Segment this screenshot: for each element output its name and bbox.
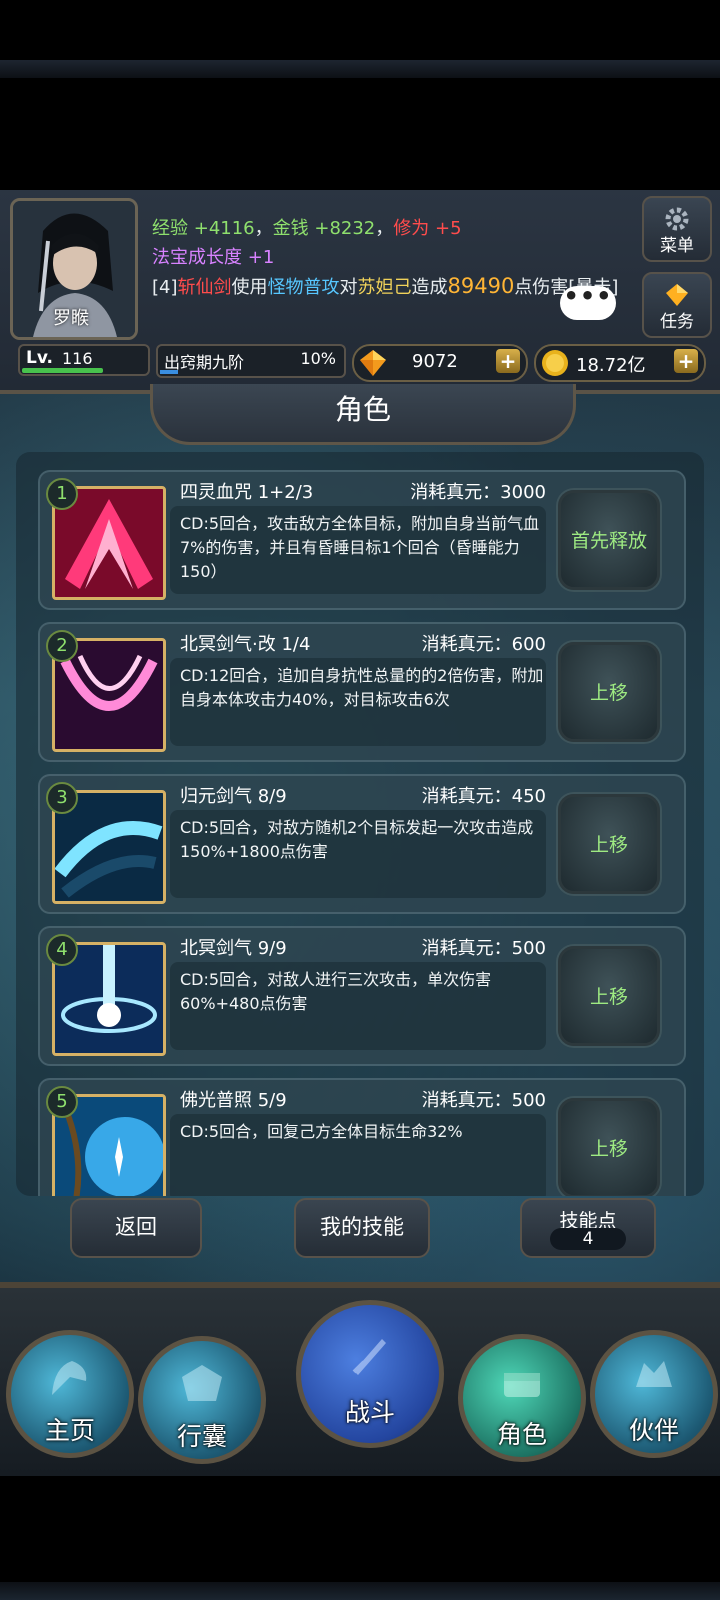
move-up-button[interactable]: 上移 [558, 642, 660, 742]
log-actor: 斩仙剑 [177, 277, 232, 298]
skill-description: CD:5回合，攻击敌方全体目标，附加自身当前气血7%的伤害，并且有昏睡目标1个回… [180, 514, 540, 581]
button-label: 上移 [589, 1138, 628, 1160]
nav-label: 伙伴 [628, 1416, 679, 1445]
menu-button[interactable]: 菜单 [642, 196, 712, 262]
skill-cost: 消耗真元：3000 [410, 482, 546, 503]
skill-cost: 消耗真元：500 [421, 1090, 546, 1111]
log-prefix: [4] [152, 277, 178, 298]
page-title: 角色 [150, 384, 576, 445]
log-skill: 怪物普攻 [267, 277, 340, 298]
back-button[interactable]: 返回 [70, 1198, 202, 1258]
menu-label: 菜单 [660, 236, 694, 256]
separator: ， [375, 218, 394, 239]
add-gold-button[interactable]: + [674, 349, 698, 373]
beast-icon [636, 1361, 672, 1387]
cultivation-label: 修为 [393, 218, 430, 239]
skill-cost: 消耗真元：450 [421, 786, 546, 807]
gold-coin-icon [540, 348, 570, 382]
skill-card: 4 北冥剑气 9/9 消耗真元：500 CD:5回合，对敌人进行三次攻击，单次伤… [38, 926, 686, 1066]
chest-icon [504, 1373, 540, 1397]
skill-description: CD:5回合，对敌方随机2个目标发起一次攻击造成150%+1800点伤害 [180, 818, 534, 861]
gem-value: 9072 [412, 351, 458, 372]
skill-card: 5 佛光普照 5/9 消耗真元：500 CD:5回合，回复己方全体目标生命32%… [38, 1078, 686, 1196]
my-skills-button[interactable]: 我的技能 [294, 1198, 430, 1258]
bag-icon [182, 1365, 222, 1401]
gold-value: 18.72亿 [576, 355, 646, 376]
bottom-backdrop [0, 1582, 720, 1600]
add-gems-button[interactable]: + [496, 349, 520, 373]
skill-name: 北冥剑气·改 1/4 [180, 634, 311, 655]
nav-partner[interactable]: 伙伴 [590, 1330, 718, 1458]
button-label: 上移 [589, 834, 628, 856]
money-label: 金钱 [272, 218, 309, 239]
move-up-button[interactable]: 上移 [558, 794, 660, 894]
home-icon [52, 1361, 87, 1395]
exp-label: 经验 [152, 218, 188, 239]
move-up-button[interactable]: 上移 [558, 1098, 660, 1196]
skill-cost: 消耗真元：600 [421, 634, 546, 655]
skill-order-badge: 3 [46, 782, 78, 814]
log-damage: 89490 [447, 274, 515, 298]
nav-role[interactable]: 角色 [458, 1334, 586, 1462]
log-verb: 对 [339, 277, 358, 298]
nav-label: 战斗 [344, 1398, 395, 1427]
skill-description: CD:12回合，追加自身抗性总量的的2倍伤害，附加自身本体攻击力40%，对目标攻… [180, 666, 544, 709]
task-button[interactable]: 任务 [642, 272, 712, 338]
money-value: +8232 [314, 218, 376, 239]
skill-order-badge: 2 [46, 630, 78, 662]
cultivation-value: +5 [434, 218, 462, 239]
nav-label: 角色 [496, 1420, 547, 1449]
gem-icon [358, 348, 388, 382]
nav-battle[interactable]: 战斗 [296, 1300, 444, 1448]
growth-label: 法宝成长度 [152, 247, 242, 268]
skill-points-button[interactable]: 技能点 4 [520, 1198, 656, 1258]
nav-label: 主页 [44, 1416, 95, 1445]
growth-value: +1 [247, 247, 275, 268]
cultivation-percent: 10% [300, 349, 336, 368]
cultivation-bar: 出窍期九阶 10% [156, 344, 346, 378]
battle-log: [4]斩仙剑使用怪物普攻对苏妲己造成89490点伤害[暴击] [152, 273, 624, 301]
skill-card: 1 四灵血咒 1+2/3 消耗真元：3000 CD:5回合，攻击敌方全体目标，附… [38, 470, 686, 610]
skill-name: 北冥剑气 9/9 [180, 938, 287, 959]
reward-line: 经验 +4116，金钱 +8232，修为 +5 [152, 214, 462, 240]
skill-name: 归元剑气 8/9 [180, 786, 287, 807]
level-value: 116 [62, 349, 93, 368]
release-first-button[interactable]: 首先释放 [558, 490, 660, 590]
exp-value: +4116 [193, 218, 255, 239]
level-prefix: Lv. [26, 348, 53, 368]
log-verb: 使用 [231, 277, 268, 298]
log-target: 苏妲己 [357, 277, 412, 298]
nav-home[interactable]: 主页 [6, 1330, 134, 1458]
skill-card: 2 北冥剑气·改 1/4 消耗真元：600 CD:12回合，追加自身抗性总量的的… [38, 622, 686, 762]
skill-list[interactable]: 1 四灵血咒 1+2/3 消耗真元：3000 CD:5回合，攻击敌方全体目标，附… [16, 452, 704, 1196]
task-label: 任务 [660, 312, 694, 332]
nav-bag[interactable]: 行囊 [138, 1336, 266, 1464]
skill-name: 四灵血咒 1+2/3 [180, 482, 314, 503]
chat-bubble-button[interactable]: ••• [560, 284, 616, 320]
skill-order-badge: 4 [46, 934, 78, 966]
player-name: 罗睺 [53, 308, 89, 329]
skill-order-badge: 5 [46, 1086, 78, 1118]
skill-points-value: 4 [550, 1228, 626, 1250]
level-progress-fill [22, 368, 103, 373]
gem-currency: 9072 + [352, 344, 528, 382]
button-label: 上移 [589, 986, 628, 1008]
skill-cost: 消耗真元：500 [421, 938, 546, 959]
move-up-button[interactable]: 上移 [558, 946, 660, 1046]
skill-description: CD:5回合，回复己方全体目标生命32% [180, 1122, 463, 1141]
button-label: 首先释放 [570, 530, 647, 552]
growth-line: 法宝成长度 +1 [152, 243, 274, 269]
log-verb: 造成 [411, 277, 448, 298]
skill-order-badge: 1 [46, 478, 78, 510]
skill-card: 3 归元剑气 8/9 消耗真元：450 CD:5回合，对敌方随机2个目标发起一次… [38, 774, 686, 914]
skill-description: CD:5回合，对敌人进行三次攻击，单次伤害60%+480点伤害 [180, 970, 492, 1013]
cultivation-progress-fill [160, 370, 178, 374]
top-backdrop [0, 60, 720, 78]
separator: ， [254, 218, 273, 239]
sword-icon [352, 1339, 386, 1375]
nav-label: 行囊 [176, 1422, 227, 1451]
gold-currency: 18.72亿 + [534, 344, 706, 382]
button-label: 上移 [589, 682, 628, 704]
skill-name: 佛光普照 5/9 [180, 1090, 287, 1111]
